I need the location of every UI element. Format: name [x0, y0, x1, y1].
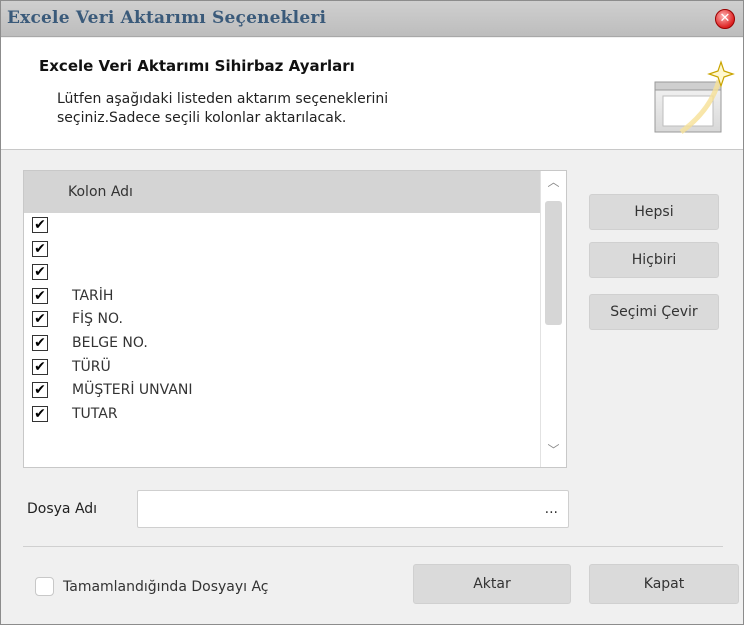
file-name-label: Dosya Adı: [27, 501, 98, 517]
column-checkbox[interactable]: ✔: [32, 311, 48, 328]
close-icon[interactable]: ✕: [715, 9, 735, 29]
list-item[interactable]: ✔ TARİH: [24, 284, 542, 308]
column-checkbox[interactable]: ✔: [32, 358, 48, 375]
vertical-scrollbar[interactable]: ︿ ﹀: [540, 171, 566, 467]
open-when-done-label: Tamamlandığında Dosyayı Aç: [63, 579, 269, 595]
window-title: Excele Veri Aktarımı Seçenekleri: [7, 8, 327, 28]
chevron-up-icon[interactable]: ︿: [541, 173, 566, 197]
header-description: Lütfen aşağıdaki listeden aktarım seçene…: [57, 91, 389, 126]
close-button[interactable]: Kapat: [589, 564, 739, 604]
column-checkbox[interactable]: ✔: [32, 217, 48, 233]
column-label: TUTAR: [72, 405, 118, 422]
column-checkbox[interactable]: ✔: [32, 264, 48, 281]
column-list-header[interactable]: Kolon Adı: [24, 171, 542, 213]
chevron-down-icon[interactable]: ﹀: [541, 441, 566, 465]
column-label: FİŞ NO.: [72, 311, 123, 328]
divider: [23, 546, 723, 547]
select-all-button[interactable]: Hepsi: [589, 194, 719, 230]
list-item[interactable]: ✔: [24, 260, 542, 284]
file-name-input[interactable]: ...: [137, 490, 569, 528]
column-label: MÜŞTERİ UNVANI: [72, 382, 193, 399]
select-none-button[interactable]: Hiçbiri: [589, 242, 719, 278]
list-item[interactable]: ✔ TÜRÜ: [24, 355, 542, 379]
wizard-window-icon: [654, 60, 735, 135]
list-item[interactable]: ✔ MÜŞTERİ UNVANI: [24, 378, 542, 402]
scrollbar-thumb[interactable]: [545, 201, 562, 325]
column-checkbox[interactable]: ✔: [32, 334, 48, 351]
column-label: BELGE NO.: [72, 334, 148, 351]
wizard-header: Excele Veri Aktarımı Sihirbaz Ayarları L…: [1, 38, 743, 150]
browse-button[interactable]: ...: [545, 501, 558, 517]
column-label: TARİH: [72, 287, 114, 304]
list-item[interactable]: ✔: [24, 237, 542, 261]
invert-selection-button[interactable]: Seçimi Çevir: [589, 294, 719, 330]
header-title: Excele Veri Aktarımı Sihirbaz Ayarları: [39, 57, 355, 75]
column-checkbox[interactable]: ✔: [32, 405, 48, 422]
list-item[interactable]: ✔ BELGE NO.: [24, 331, 542, 355]
column-header-label: Kolon Adı: [68, 184, 133, 200]
export-options-dialog: Excele Veri Aktarımı Seçenekleri ✕ Excel…: [0, 0, 744, 625]
open-when-done-checkbox[interactable]: [35, 577, 54, 596]
column-checkbox[interactable]: ✔: [32, 287, 48, 304]
column-label: TÜRÜ: [72, 358, 111, 375]
column-checkbox[interactable]: ✔: [32, 240, 48, 257]
column-checkbox[interactable]: ✔: [32, 382, 48, 399]
column-list[interactable]: Kolon Adı ✔ ✔ ✔ ✔ TARİH ✔ FİŞ NO. ✔ BELG…: [23, 170, 567, 468]
export-button[interactable]: Aktar: [413, 564, 571, 604]
list-item[interactable]: ✔: [24, 213, 542, 237]
list-item[interactable]: ✔ TUTAR: [24, 402, 542, 426]
list-item[interactable]: ✔ FİŞ NO.: [24, 307, 542, 331]
title-bar[interactable]: Excele Veri Aktarımı Seçenekleri ✕: [1, 1, 743, 37]
